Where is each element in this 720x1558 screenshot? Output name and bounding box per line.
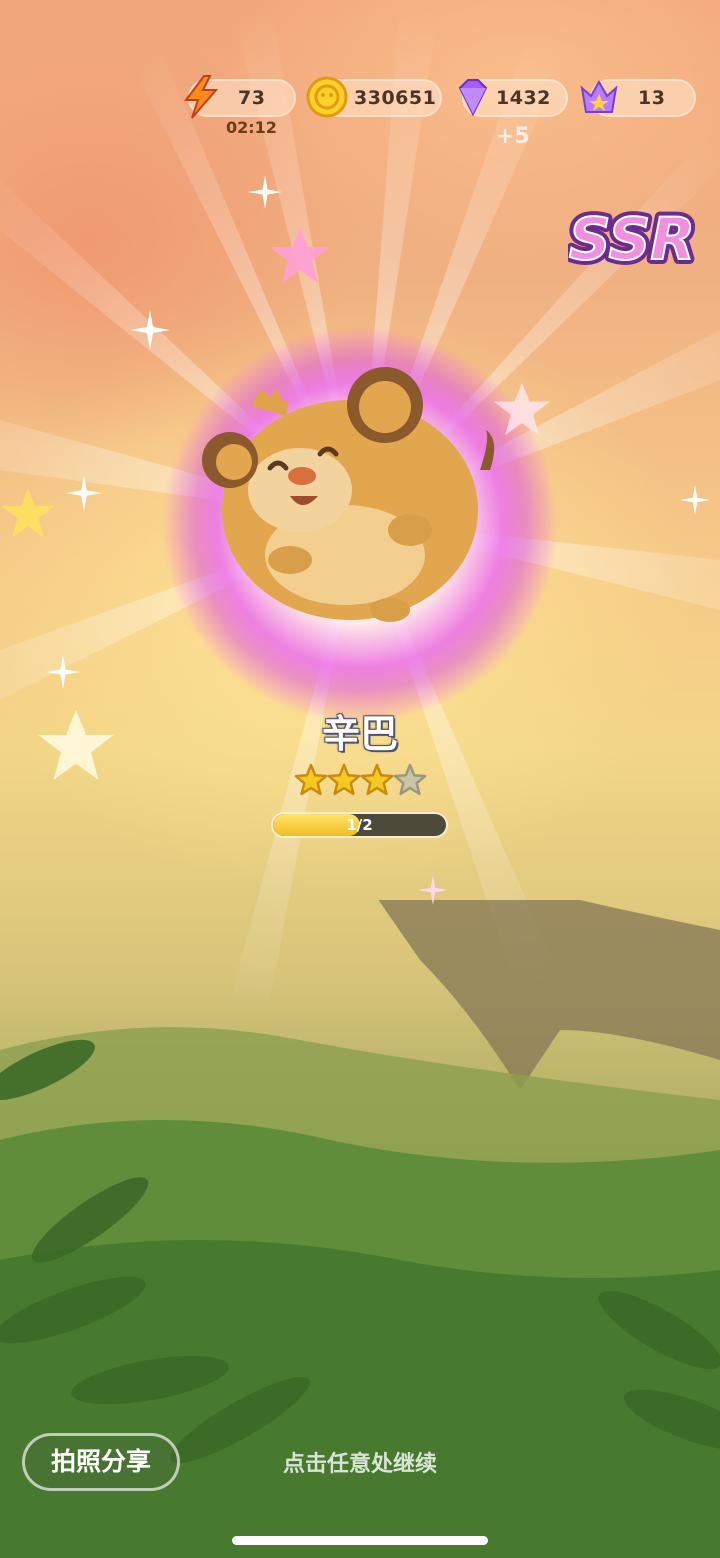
twinkle-icon — [66, 475, 102, 511]
rarity-badge: SSR SSR — [568, 200, 696, 278]
coin-icon — [306, 76, 348, 118]
crown-icon — [580, 79, 618, 113]
progress-label: 1/2 — [346, 816, 373, 834]
rarity-label: SSR — [569, 205, 695, 273]
star-filled-icon — [294, 763, 328, 796]
character-name: 辛巴 — [321, 712, 398, 756]
twinkle-icon — [46, 655, 80, 689]
star-filled-icon — [327, 763, 361, 796]
star-rating — [294, 763, 427, 796]
gem-bonus: +5 — [496, 124, 530, 149]
simba-character-illustration — [202, 367, 495, 622]
shard-progress-bar: 1/2 — [273, 814, 446, 836]
star-filled-icon — [360, 763, 394, 796]
yellow-star-sparkle — [1, 488, 55, 538]
twinkle-icon — [248, 175, 282, 209]
gem-value: 1432 — [496, 87, 551, 109]
crown-value: 13 — [638, 87, 666, 109]
gem-icon — [458, 79, 488, 117]
lightning-icon — [184, 75, 219, 119]
star-empty-icon — [393, 763, 427, 796]
home-indicator[interactable] — [232, 1536, 488, 1545]
photo-share-button[interactable]: 拍照分享 — [22, 1433, 180, 1491]
tap-to-continue-hint: 点击任意处继续 — [282, 1452, 437, 1477]
twinkle-icon — [130, 310, 170, 350]
pale-star-sparkle — [493, 382, 551, 436]
energy-timer: 02:12 — [226, 118, 277, 137]
pink-star-sparkle — [270, 227, 330, 283]
energy-value: 73 — [238, 87, 266, 109]
twinkle-icon — [680, 485, 710, 515]
twinkle-icon — [418, 875, 448, 905]
coin-value: 330651 — [354, 87, 437, 109]
